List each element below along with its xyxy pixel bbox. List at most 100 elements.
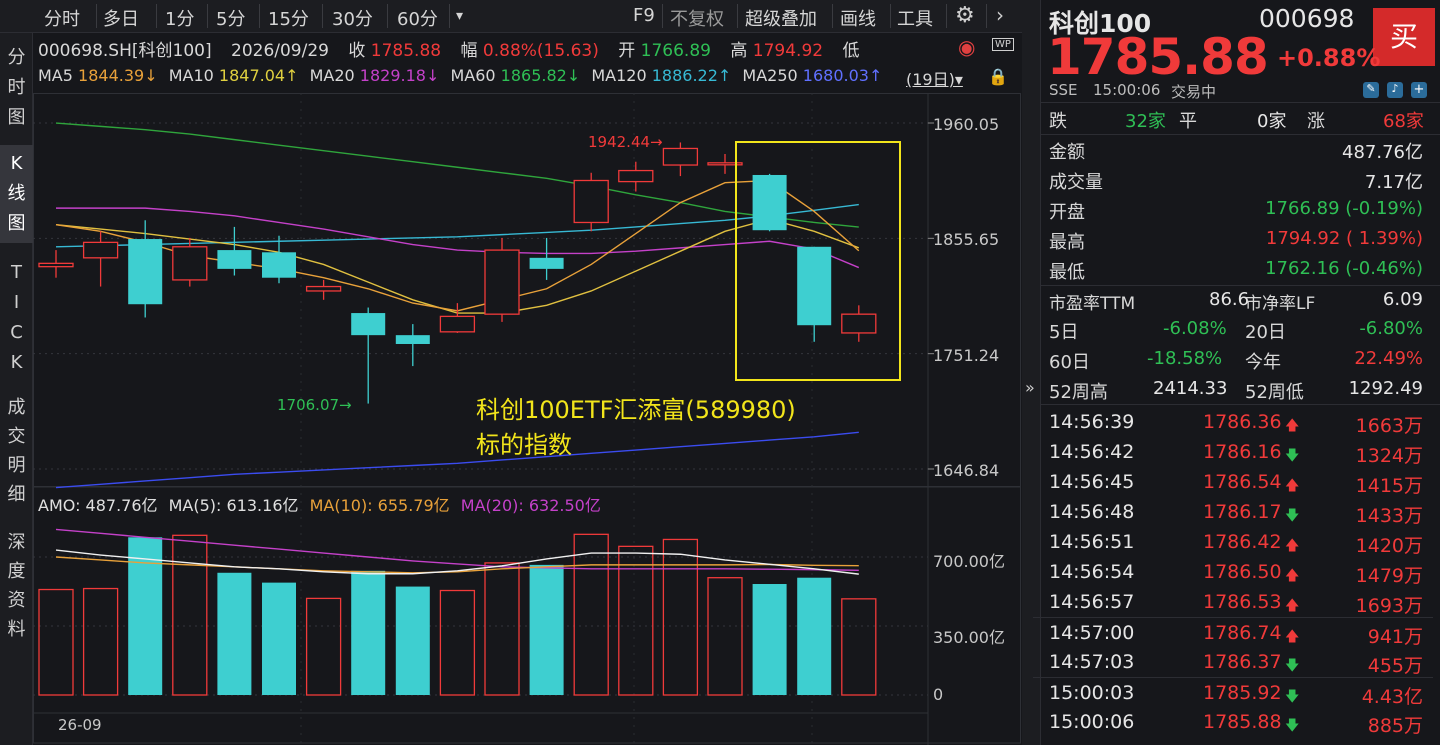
- overlay-button[interactable]: 超级叠加: [745, 5, 817, 31]
- candle-body: [573, 179, 609, 224]
- expand-icon[interactable]: »: [1025, 378, 1035, 397]
- ma5-value: 1844.39↓: [78, 66, 158, 85]
- candle-body: [662, 147, 699, 166]
- buy-button[interactable]: 买: [1373, 8, 1435, 66]
- d5-value: -6.08%: [1163, 318, 1227, 339]
- tick-row: 14:56:39 1786.36 🡅 1663万: [1049, 408, 1429, 438]
- stat-label: 成交量: [1049, 172, 1103, 193]
- amo-ma20: MA(20): 632.50亿: [460, 496, 601, 515]
- down-count: 32家: [1125, 111, 1166, 132]
- volume-bar: [395, 586, 430, 695]
- arrow-up-icon: 🡅: [1285, 598, 1300, 614]
- tab-kline-chart[interactable]: K线图: [0, 145, 33, 243]
- quote-time: 15:00:06: [1093, 81, 1161, 99]
- candle-body: [484, 249, 520, 315]
- arrow-up-icon: 🡅: [1285, 568, 1300, 584]
- candle-body: [305, 285, 342, 292]
- tab-30min[interactable]: 30分: [332, 5, 373, 31]
- f9-button[interactable]: F9: [633, 5, 655, 26]
- tab-depth-data[interactable]: 深度资料: [0, 528, 33, 648]
- tab-15min[interactable]: 15分: [268, 5, 309, 31]
- stat-label: 金额: [1049, 142, 1085, 163]
- tick-time: 14:56:54: [1049, 561, 1135, 583]
- stat-label: 开盘: [1049, 202, 1085, 223]
- tools-button[interactable]: 工具: [897, 5, 933, 31]
- tick-time: 14:56:51: [1049, 531, 1135, 553]
- return-row: 60日 -18.58% 今年 22.49%: [1049, 345, 1429, 375]
- tab-intraday[interactable]: 分时: [44, 5, 80, 31]
- draw-button[interactable]: 画线: [840, 5, 876, 31]
- tab-5min[interactable]: 5分: [216, 5, 245, 31]
- low-label: 低: [842, 41, 860, 61]
- ma120-label: MA120: [591, 66, 647, 85]
- tick-row: 14:56:42 1786.16 🡇 1324万: [1049, 438, 1429, 468]
- period-high-mark: 1942.44→: [588, 133, 663, 151]
- tab-1min[interactable]: 1分: [165, 5, 194, 31]
- ma-legend: MA5 1844.39↓ MA10 1847.04↑ MA20 1829.18↓…: [38, 66, 882, 88]
- tick-row: 14:56:48 1786.17 🡇 1433万: [1049, 498, 1429, 528]
- pb-label: 市净率LF: [1245, 294, 1316, 314]
- amo-ma5: MA(5): 613.16亿: [168, 496, 299, 515]
- ma5-label: MA5: [38, 66, 73, 85]
- tick-volume: 4.43亿: [1361, 686, 1423, 708]
- candle-body: [752, 174, 787, 231]
- y-tick-label: 1751.24: [933, 346, 1000, 365]
- more-periods-dropdown[interactable]: ▾: [456, 8, 463, 24]
- d5-label: 5日: [1049, 322, 1079, 343]
- tick-volume: 1663万: [1355, 415, 1423, 437]
- quote-info-line: 000698.SH[科创100] 2026/09/29 收 1785.88 幅 …: [38, 36, 860, 61]
- edit-icon[interactable]: ✎: [1363, 82, 1379, 98]
- ma20-label: MA20: [309, 66, 355, 85]
- lock-icon[interactable]: 🔒: [988, 67, 1008, 86]
- return-row: 5日 -6.08% 20日 -6.80%: [1049, 315, 1429, 345]
- period-low-mark: 1706.07→: [277, 396, 352, 414]
- tick-time: 14:56:45: [1049, 471, 1135, 493]
- d60-label: 60日: [1049, 352, 1090, 373]
- tick-price: 1786.54: [1203, 471, 1282, 493]
- volume-bar: [439, 589, 476, 696]
- stat-value: 1766.89 (-0.19%): [1265, 198, 1423, 219]
- amo-ma10: MA(10): 655.79亿: [309, 496, 450, 515]
- tab-trade-detail[interactable]: 成交明细: [0, 393, 33, 513]
- tick-price: 1786.36: [1203, 411, 1282, 433]
- adjust-button[interactable]: 不复权: [670, 5, 724, 31]
- volume-bar: [797, 577, 832, 695]
- heartbeat-icon[interactable]: ◉: [958, 35, 975, 59]
- d60-value: -18.58%: [1147, 348, 1223, 369]
- wp-icon[interactable]: WP: [992, 38, 1014, 51]
- bell-icon[interactable]: ♪: [1387, 82, 1403, 98]
- tick-row: 15:00:03 1785.92 🡇 4.43亿: [1049, 679, 1429, 709]
- high-value: 1794.92: [752, 41, 824, 61]
- ma250-value: 1680.03↑: [802, 66, 883, 85]
- candle-body: [128, 239, 163, 305]
- tab-tick[interactable]: TICK: [0, 258, 33, 383]
- volume-bar: [351, 570, 386, 695]
- quote-date: 2026/09/29: [231, 41, 329, 61]
- tick-row: 14:56:57 1786.53 🡅 1693万: [1049, 588, 1429, 618]
- etf-annotation: 科创100ETF汇添富(589980) 标的指数: [476, 393, 796, 463]
- ma250-label: MA250: [742, 66, 798, 85]
- chevron-right-icon[interactable]: ›: [996, 3, 1004, 27]
- open-value: 1766.89: [640, 41, 711, 61]
- y-tick-label: 1960.05: [933, 115, 1000, 134]
- tab-multiday[interactable]: 多日: [103, 5, 139, 31]
- volume-pane-frame: [33, 486, 1021, 744]
- tick-time: 15:00:06: [1049, 711, 1135, 733]
- last-price: 1785.88: [1047, 28, 1269, 86]
- volume-bar: [172, 534, 208, 696]
- w52-low-label: 52周低: [1245, 382, 1304, 403]
- tab-intraday-chart[interactable]: 分时图: [0, 43, 33, 139]
- ma-period-dropdown[interactable]: (19日)▾: [906, 66, 963, 90]
- amo-value: AMO: 487.76亿: [38, 496, 158, 515]
- tick-time: 14:56:39: [1049, 411, 1135, 433]
- candle-body: [262, 252, 296, 278]
- stat-value: 487.76亿: [1342, 142, 1423, 163]
- gear-icon[interactable]: ⚙: [955, 3, 975, 28]
- add-icon[interactable]: +: [1411, 82, 1427, 98]
- tab-60min[interactable]: 60分: [397, 5, 438, 31]
- candle-body: [172, 246, 208, 281]
- tick-price: 1786.16: [1203, 441, 1282, 463]
- tick-row: 14:57:03 1786.37 🡇 455万: [1049, 648, 1429, 678]
- arrow-down-icon: 🡇: [1285, 658, 1300, 674]
- candle-body: [217, 250, 252, 269]
